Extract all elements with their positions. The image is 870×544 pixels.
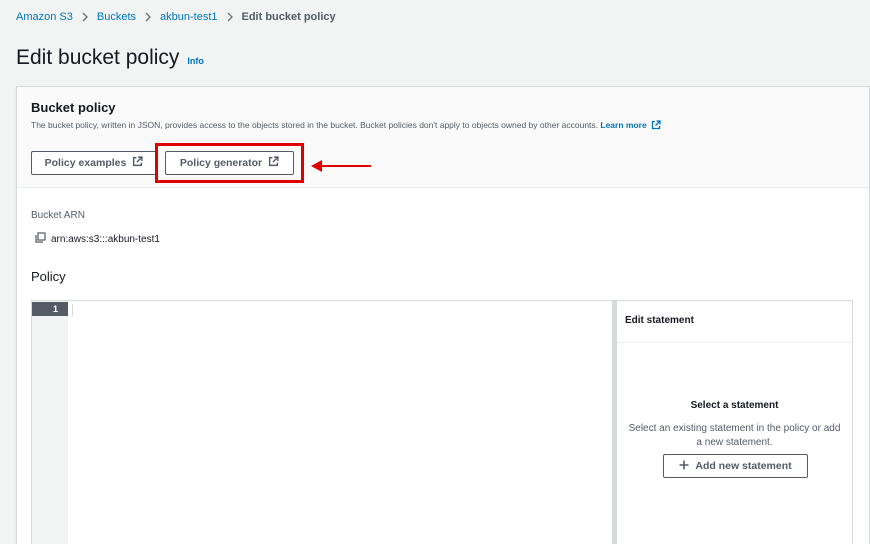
arrow-left-icon (311, 160, 371, 172)
bucket-arn-value: arn:aws:s3:::akbun-test1 (51, 233, 160, 245)
policy-examples-button[interactable]: Policy examples (31, 151, 157, 175)
breadcrumb-buckets[interactable]: Buckets (97, 11, 136, 23)
policy-label: Policy (31, 269, 66, 284)
copy-icon[interactable] (35, 232, 46, 246)
bucket-policy-panel: Bucket policy The bucket policy, written… (16, 86, 870, 544)
section-description: The bucket policy, written in JSON, prov… (31, 120, 661, 132)
external-link-icon (651, 120, 661, 132)
select-statement-title: Select a statement (690, 400, 779, 411)
editor-gutter (32, 301, 68, 544)
policy-editor[interactable]: 1 (31, 300, 616, 544)
editor-cursor (72, 304, 73, 316)
breadcrumb-current-page: Edit bucket policy (241, 11, 336, 23)
learn-more-link[interactable]: Learn more (600, 120, 661, 130)
chevron-right-icon (227, 12, 233, 22)
add-new-statement-button[interactable]: Add new statement (663, 454, 808, 478)
info-link[interactable]: Info (187, 56, 204, 66)
external-link-icon (268, 156, 279, 170)
add-new-statement-label: Add new statement (695, 460, 792, 472)
policy-generator-button[interactable]: Policy generator (165, 151, 294, 175)
breadcrumb-amazon-s3[interactable]: Amazon S3 (16, 11, 73, 23)
page-title-row: Edit bucket policy Info (16, 46, 204, 70)
external-link-icon (132, 156, 143, 170)
page-title: Edit bucket policy (16, 46, 180, 69)
panel-header: Bucket policy The bucket policy, written… (17, 87, 869, 188)
edit-statement-panel: Edit statement Select a statement Select… (616, 300, 853, 544)
bucket-arn-label: Bucket ARN (31, 210, 85, 221)
learn-more-label: Learn more (600, 120, 647, 130)
section-title: Bucket policy (31, 100, 116, 115)
chevron-right-icon (82, 12, 88, 22)
statement-description-text: Select an existing statement in the poli… (628, 423, 841, 448)
breadcrumb: Amazon S3 Buckets akbun-test1 Edit bucke… (16, 11, 336, 23)
policy-examples-label: Policy examples (44, 157, 127, 169)
line-number: 1 (32, 302, 68, 316)
edit-statement-header: Edit statement (617, 301, 852, 343)
select-statement-description: Select an existing statement in the poli… (617, 422, 852, 450)
chevron-right-icon (145, 12, 151, 22)
plus-icon (679, 460, 689, 473)
description-text: The bucket policy, written in JSON, prov… (31, 120, 599, 130)
bucket-arn-row: arn:aws:s3:::akbun-test1 (35, 232, 160, 246)
breadcrumb-bucket-name[interactable]: akbun-test1 (160, 11, 217, 23)
policy-generator-label: Policy generator (179, 157, 263, 169)
